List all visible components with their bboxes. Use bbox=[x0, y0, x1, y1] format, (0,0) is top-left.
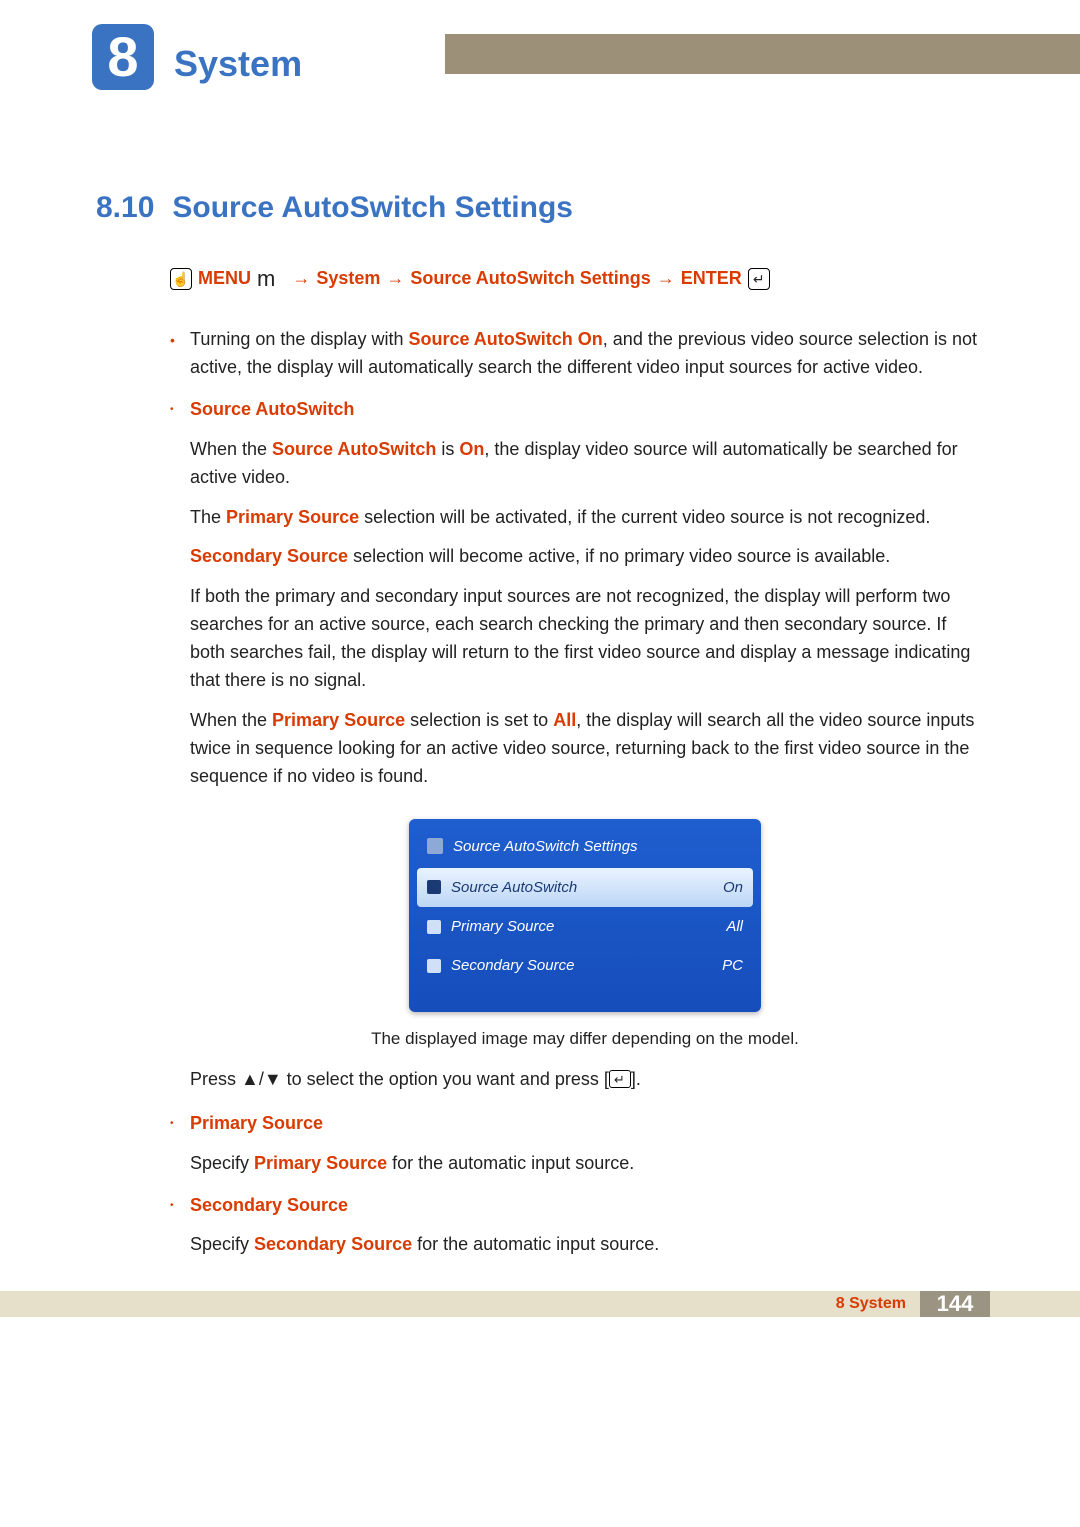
osd-panel: Source AutoSwitch Settings Source AutoSw… bbox=[409, 819, 761, 1012]
text: selection will be activated, if the curr… bbox=[359, 507, 930, 527]
row-label: Source AutoSwitch bbox=[451, 876, 577, 899]
page-footer: 8 System 144 bbox=[0, 1291, 1080, 1317]
subsection-heading: Secondary Source bbox=[190, 1195, 348, 1215]
row-value: On bbox=[723, 876, 743, 899]
paragraph: If both the primary and secondary input … bbox=[190, 583, 980, 695]
text: Turning on the display with bbox=[190, 329, 408, 349]
text: for the automatic input source. bbox=[412, 1234, 659, 1254]
page-number-badge: 144 bbox=[920, 1291, 990, 1317]
highlight: All bbox=[553, 710, 576, 730]
menu-glyph: m bbox=[257, 262, 275, 296]
primary-source-section: Primary Source Specify Primary Source fo… bbox=[170, 1110, 980, 1178]
text: When the bbox=[190, 439, 272, 459]
text: to select the option you want and press … bbox=[282, 1069, 609, 1089]
row-value: PC bbox=[722, 954, 743, 977]
section-heading: 8.10 Source AutoSwitch Settings bbox=[96, 185, 573, 232]
highlight: Primary Source bbox=[272, 710, 405, 730]
arrow-icon: → bbox=[292, 265, 310, 293]
enter-icon: ↵ bbox=[748, 268, 770, 290]
path-system: System bbox=[316, 265, 380, 293]
osd-row: Primary Source All bbox=[417, 907, 753, 946]
menu-path: ☝ MENUm → System → Source AutoSwitch Set… bbox=[170, 262, 980, 296]
footer-chapter-label: 8 System bbox=[0, 1291, 920, 1317]
osd-header: Source AutoSwitch Settings bbox=[417, 829, 753, 868]
text: When the bbox=[190, 710, 272, 730]
highlight: Secondary Source bbox=[190, 546, 348, 566]
text: ]. bbox=[631, 1069, 641, 1089]
text: selection is set to bbox=[405, 710, 553, 730]
row-icon bbox=[427, 920, 441, 934]
arrow-icon: → bbox=[657, 265, 675, 293]
row-icon bbox=[427, 959, 441, 973]
highlight: Primary Source bbox=[254, 1153, 387, 1173]
enter-icon bbox=[609, 1070, 631, 1088]
osd-row-selected: Source AutoSwitch On bbox=[417, 868, 753, 907]
osd-screenshot: Source AutoSwitch Settings Source AutoSw… bbox=[409, 819, 761, 1012]
page-number: 144 bbox=[937, 1287, 974, 1321]
header-band bbox=[0, 34, 1080, 74]
footer-edge bbox=[990, 1291, 1080, 1317]
osd-header-icon bbox=[427, 838, 443, 854]
description-list: Turning on the display with Source AutoS… bbox=[170, 326, 980, 1259]
highlight: On bbox=[459, 439, 484, 459]
path-source-autoswitch: Source AutoSwitch Settings bbox=[410, 265, 650, 293]
page-content: ☝ MENUm → System → Source AutoSwitch Set… bbox=[170, 262, 980, 1273]
text: The bbox=[190, 507, 226, 527]
chapter-title: System bbox=[174, 36, 302, 92]
press-instruction: Press ▲/▼ to select the option you want … bbox=[190, 1066, 980, 1094]
enter-label: ENTER bbox=[681, 265, 742, 293]
text: Specify bbox=[190, 1234, 254, 1254]
chapter-number: 8 bbox=[107, 14, 138, 101]
text: Press bbox=[190, 1069, 241, 1089]
text: selection will become active, if no prim… bbox=[348, 546, 890, 566]
row-label: Secondary Source bbox=[451, 954, 574, 977]
source-autoswitch-section: Source AutoSwitch When the Source AutoSw… bbox=[170, 396, 980, 1094]
chapter-number-badge: 8 bbox=[92, 24, 154, 90]
osd-title: Source AutoSwitch Settings bbox=[453, 835, 638, 858]
text: is bbox=[436, 439, 459, 459]
section-number: 8.10 bbox=[96, 185, 154, 232]
osd-row: Secondary Source PC bbox=[417, 946, 753, 985]
row-label: Primary Source bbox=[451, 915, 554, 938]
intro-paragraph: Turning on the display with Source AutoS… bbox=[170, 326, 980, 382]
arrow-icon: → bbox=[386, 265, 404, 293]
menu-label: MENU bbox=[198, 265, 251, 293]
section-title: Source AutoSwitch Settings bbox=[172, 185, 573, 232]
remote-icon: ☝ bbox=[170, 268, 192, 290]
highlight: Source AutoSwitch On bbox=[408, 329, 602, 349]
text: Specify bbox=[190, 1153, 254, 1173]
highlight: Primary Source bbox=[226, 507, 359, 527]
up-down-glyph: ▲/▼ bbox=[241, 1069, 282, 1089]
footer-chapter-text: 8 System bbox=[836, 1292, 906, 1317]
row-icon bbox=[427, 880, 441, 894]
highlight: Source AutoSwitch bbox=[272, 439, 436, 459]
secondary-source-section: Secondary Source Specify Secondary Sourc… bbox=[170, 1192, 980, 1260]
osd-caption: The displayed image may differ depending… bbox=[190, 1026, 980, 1052]
highlight: Secondary Source bbox=[254, 1234, 412, 1254]
subsection-heading: Source AutoSwitch bbox=[190, 399, 354, 419]
text: for the automatic input source. bbox=[387, 1153, 634, 1173]
subsection-heading: Primary Source bbox=[190, 1113, 323, 1133]
row-value: All bbox=[726, 915, 743, 938]
